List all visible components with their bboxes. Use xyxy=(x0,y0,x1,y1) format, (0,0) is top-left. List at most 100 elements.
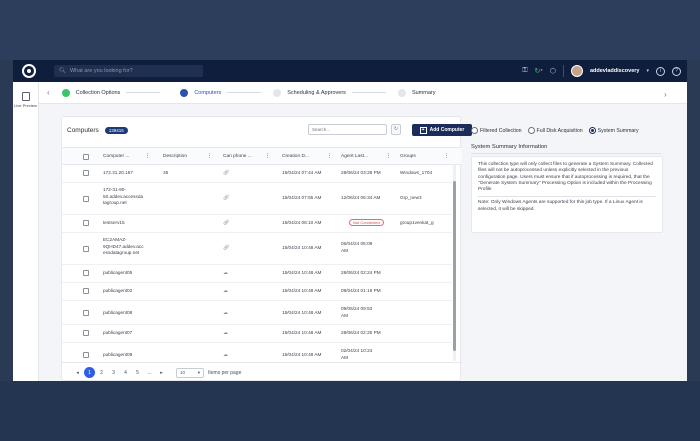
chevron-down-icon[interactable]: ▾ xyxy=(646,68,649,74)
page-1[interactable]: 1 xyxy=(84,367,95,378)
option-filtered-collection[interactable]: Filtered Collection xyxy=(471,127,522,134)
info-divider xyxy=(478,196,656,198)
col-can-phone[interactable]: Can phone ... ⋮ xyxy=(223,148,270,166)
collection-type-panel: Filtered Collection Full Disk Acquisitio… xyxy=(469,116,687,381)
kebab-icon[interactable]: ⋮ xyxy=(207,148,212,166)
table-search[interactable] xyxy=(308,124,387,135)
row-checkbox[interactable] xyxy=(83,270,89,276)
link-icon: 🔗︎ xyxy=(223,195,230,201)
page-ellipsis[interactable]: ... xyxy=(144,367,155,378)
col-computer[interactable]: Computer ... ⋮ xyxy=(103,148,150,166)
refresh-status-icon[interactable]: ↻● xyxy=(535,67,543,75)
row-checkbox[interactable] xyxy=(83,246,89,252)
step-computers[interactable]: Computers xyxy=(180,88,221,97)
cube-icon[interactable]: ⬡ xyxy=(550,67,556,75)
key-icon[interactable]: ⚿ xyxy=(522,67,527,75)
username[interactable]: addevladdiscovery xyxy=(590,68,640,74)
computers-card: Computers 139415 ↻ + Add Computer Comput… xyxy=(61,116,472,381)
name-line: tagroup.net xyxy=(103,200,127,205)
kebab-icon[interactable]: ⋮ xyxy=(265,148,270,166)
topbar-icons: ⚿ ↻● ⬡ addevladdiscovery ▾ i ? xyxy=(522,65,681,77)
chevron-right-icon[interactable]: › xyxy=(664,90,667,99)
row-checkbox[interactable] xyxy=(83,310,89,316)
col-creation-date[interactable]: Creation D... ⋮ xyxy=(282,148,332,166)
agent-line: AM xyxy=(341,354,349,360)
step-collection-options[interactable]: Collection Options xyxy=(61,88,120,97)
app-logo-icon[interactable] xyxy=(22,64,36,78)
items-per-page-select[interactable]: 10 ▾ xyxy=(176,367,204,378)
page-3[interactable]: 3 xyxy=(108,367,119,378)
page-4[interactable]: 4 xyxy=(120,367,131,378)
topbar-divider xyxy=(562,65,564,77)
link-icon: 🔗︎ xyxy=(223,170,230,176)
kebab-icon[interactable]: ⋮ xyxy=(444,148,449,166)
option-full-disk-acquisition[interactable]: Full Disk Acquisition xyxy=(527,127,583,134)
row-checkbox[interactable] xyxy=(83,352,89,358)
add-computer-button[interactable]: + Add Computer xyxy=(412,124,472,136)
table-search-input[interactable] xyxy=(309,125,384,134)
info-paragraph: This collection type will only collect f… xyxy=(478,162,653,193)
global-search[interactable]: 🔍︎ xyxy=(54,65,203,77)
kebab-icon[interactable]: ⋮ xyxy=(386,148,391,166)
info-note: Note: Only Windows Agents are supported … xyxy=(478,200,643,212)
row-checkbox[interactable] xyxy=(83,170,89,176)
name-line: essdatagroup.net xyxy=(103,250,140,255)
page-5[interactable]: 5 xyxy=(132,367,143,378)
row-checkbox[interactable] xyxy=(83,196,89,202)
step-summary[interactable]: Summary xyxy=(397,88,435,97)
help-icon[interactable]: ? xyxy=(672,66,681,76)
kebab-icon[interactable]: ⋮ xyxy=(145,148,150,166)
agent-last: 28/06/24 02:24 PM xyxy=(341,270,381,275)
row-checkbox[interactable] xyxy=(83,220,89,226)
cloud-icon: ☁ xyxy=(223,310,228,316)
table-row[interactable]: publicagent08 ☁ 15/04/24 10:48 AM 09/05/… xyxy=(62,301,452,325)
row-checkbox[interactable] xyxy=(83,330,89,336)
col-label: Groups xyxy=(400,154,416,159)
rail-label[interactable]: Live Preview xyxy=(13,103,38,108)
next-page-icon[interactable]: ▸ xyxy=(156,367,167,378)
live-preview-icon[interactable] xyxy=(21,92,30,101)
table-row[interactable]: publicagent09 ☁ 15/04/24 10:48 AM 02/04/… xyxy=(62,343,452,361)
info-icon[interactable]: i xyxy=(656,66,665,76)
backdrop-top xyxy=(0,0,700,60)
creation-date: 15/04/24 10:48 AM xyxy=(282,245,322,250)
agent-last: 02/04/24 10:24 AM xyxy=(341,348,372,361)
col-agent-last[interactable]: Agent Last... ⋮ xyxy=(341,148,391,166)
table-row[interactable]: EC2AMAZ- 9QHD47.addev.acc essdatagroup.n… xyxy=(62,233,452,265)
groups: group1venkat_g xyxy=(400,220,434,225)
select-all-checkbox[interactable] xyxy=(83,154,89,160)
prev-page-icon[interactable]: ◂ xyxy=(72,367,83,378)
kebab-icon[interactable]: ⋮ xyxy=(327,148,332,166)
scrollbar-thumb[interactable] xyxy=(453,181,456,351)
col-groups[interactable]: Groups ⋮ xyxy=(400,148,449,166)
step-dot xyxy=(180,88,189,97)
table-row[interactable]: publicagent02 ☁ 15/04/24 10:48 AM 09/04/… xyxy=(62,283,452,301)
step-scheduling-approvers[interactable]: Scheduling & Approvers xyxy=(273,88,346,97)
radio-button[interactable] xyxy=(527,127,535,134)
agent-last: 09/05/24 09:53 AM xyxy=(341,306,372,319)
refresh-icon[interactable]: ↻ xyxy=(391,124,401,135)
table-row[interactable]: testserv15 🔗︎ 15/04/24 08:10 AM Not Conn… xyxy=(62,215,452,233)
agent-line: 09/05/24 09:53 xyxy=(341,306,373,311)
radio-button[interactable] xyxy=(471,127,478,134)
global-search-input[interactable] xyxy=(69,68,200,74)
avatar[interactable] xyxy=(570,65,583,77)
table-row[interactable]: 172-31-90- 50.addev.accessda tagroup.net… xyxy=(62,183,452,215)
table-scrollbar[interactable] xyxy=(453,165,456,361)
link-icon: 🔗︎ xyxy=(223,220,230,226)
chevron-left-icon[interactable]: ‹ xyxy=(47,88,50,97)
row-checkbox[interactable] xyxy=(83,288,89,294)
pagination: ◂ 1 2 3 4 5 ... ▸ 10 ▾ Items per page xyxy=(62,362,462,381)
col-description[interactable]: Description ⋮ xyxy=(163,148,212,166)
agent-last: 12/06/24 06:34 AM xyxy=(341,195,381,200)
radio-button-selected[interactable] xyxy=(588,127,596,134)
table-row[interactable]: publicagent05 ☁ 15/04/24 10:48 AM 28/06/… xyxy=(62,265,452,283)
table-row[interactable]: publicagent07 ☁ 15/04/24 10:48 AM 28/06/… xyxy=(62,325,452,343)
option-system-summary[interactable]: System Summary xyxy=(588,127,639,134)
table-body: 172.31.20.167 35 🔗︎ 15/04/24 07:44 AM 28… xyxy=(62,165,452,361)
description: 35 xyxy=(163,170,169,175)
per-page-value: 10 xyxy=(180,370,186,375)
groups: Windows_1704 xyxy=(400,170,433,175)
table-row[interactable]: 172.31.20.167 35 🔗︎ 15/04/24 07:44 AM 28… xyxy=(62,165,452,183)
page-2[interactable]: 2 xyxy=(96,367,107,378)
